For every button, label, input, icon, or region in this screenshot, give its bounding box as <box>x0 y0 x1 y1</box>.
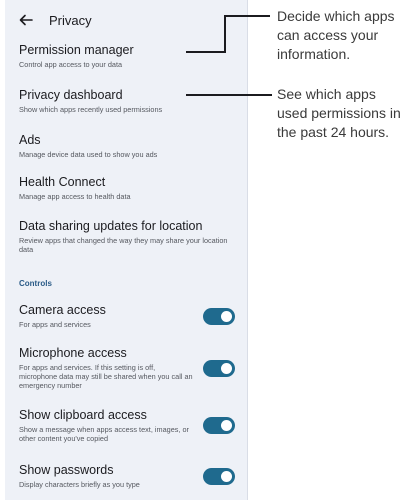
toggle-text: Show passwords Display characters briefl… <box>19 463 203 489</box>
callout-privacy-dashboard: See which apps used permissions in the p… <box>277 86 401 140</box>
toggle-title: Camera access <box>19 303 106 317</box>
microphone-access-row[interactable]: Microphone access For apps and services.… <box>19 346 235 390</box>
callout-line <box>186 94 272 96</box>
microphone-access-switch[interactable] <box>203 359 235 377</box>
toggle-text: Show clipboard access Show a message whe… <box>19 408 203 443</box>
back-button[interactable] <box>15 9 37 31</box>
item-title: Health Connect <box>19 175 106 189</box>
callout-line <box>224 15 270 17</box>
page-title: Privacy <box>49 12 92 28</box>
show-clipboard-access-row[interactable]: Show clipboard access Show a message whe… <box>19 408 235 443</box>
item-subtitle: Review apps that changed the way they ma… <box>19 236 228 254</box>
item-subtitle: Manage device data used to show you ads <box>19 150 158 159</box>
data-sharing-updates-item[interactable]: Data sharing updates for location Review… <box>19 219 235 254</box>
health-connect-item[interactable]: Health Connect Manage app access to heal… <box>19 175 235 201</box>
camera-access-row[interactable]: Camera access For apps and services <box>19 303 235 329</box>
callout-line <box>224 15 226 53</box>
toggle-text: Microphone access For apps and services.… <box>19 346 203 390</box>
ads-item[interactable]: Ads Manage device data used to show you … <box>19 133 235 159</box>
toggle-subtitle: Display characters briefly as you type <box>19 480 140 489</box>
toggle-title: Microphone access <box>19 346 127 360</box>
toggle-title: Show clipboard access <box>19 408 147 422</box>
show-clipboard-access-switch[interactable] <box>203 417 235 434</box>
callout-permission-manager: Decide which apps can access your inform… <box>277 8 395 62</box>
show-passwords-switch[interactable] <box>203 467 235 485</box>
show-passwords-row[interactable]: Show passwords Display characters briefl… <box>19 463 235 489</box>
callout-line <box>186 51 226 53</box>
settings-screen: Privacy Permission manager Control app a… <box>5 0 248 500</box>
item-title: Ads <box>19 133 41 147</box>
toggle-text: Camera access For apps and services <box>19 303 203 329</box>
privacy-dashboard-item[interactable]: Privacy dashboard Show which apps recent… <box>19 88 235 114</box>
item-title: Data sharing updates for location <box>19 219 203 233</box>
controls-section-header: Controls <box>19 279 52 288</box>
item-subtitle: Show which apps recently used permission… <box>19 105 163 114</box>
back-arrow-icon <box>19 14 33 26</box>
camera-access-switch[interactable] <box>203 307 235 325</box>
item-subtitle: Control app access to your data <box>19 60 123 69</box>
item-subtitle: Manage app access to health data <box>19 192 131 201</box>
toggle-title: Show passwords <box>19 463 114 477</box>
app-bar: Privacy <box>5 0 247 40</box>
toggle-subtitle: For apps and services <box>19 320 91 329</box>
permission-manager-item[interactable]: Permission manager Control app access to… <box>19 43 235 69</box>
toggle-subtitle: Show a message when apps access text, im… <box>19 425 189 443</box>
toggle-subtitle: For apps and services. If this setting i… <box>19 363 193 390</box>
